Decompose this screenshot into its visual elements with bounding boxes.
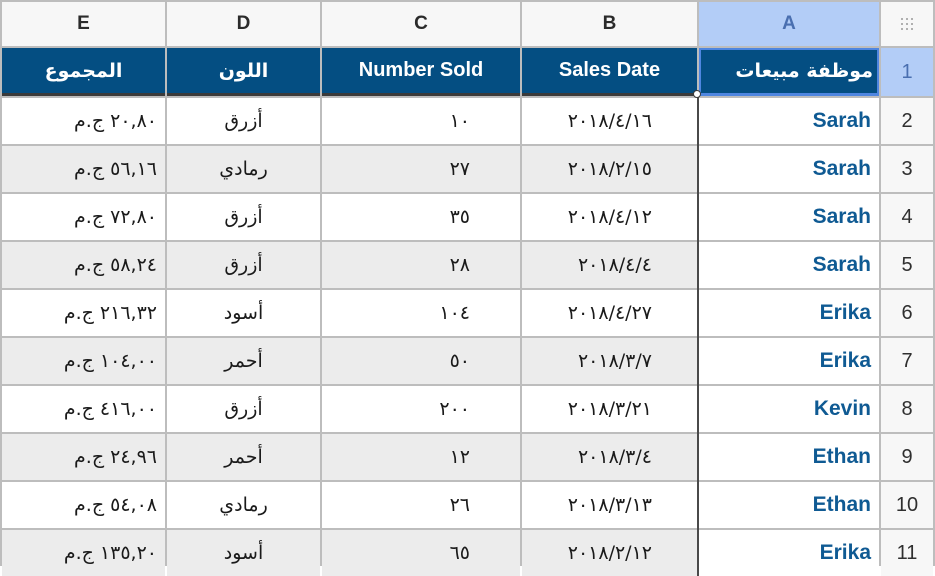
cell-color[interactable]: أحمر (167, 338, 320, 384)
header-cell-color[interactable]: اللون (167, 48, 320, 96)
cell-color[interactable]: رمادي (167, 482, 320, 528)
cell-color[interactable]: أزرق (167, 98, 320, 144)
row-header[interactable]: 6 (881, 290, 933, 336)
row-header[interactable]: 8 (881, 386, 933, 432)
cell-color[interactable]: أزرق (167, 194, 320, 240)
cell-salesperson[interactable]: Sarah (697, 146, 879, 192)
row-header[interactable]: 10 (881, 482, 933, 528)
cell-total[interactable]: ٥٤,٠٨ ج.م (2, 482, 165, 528)
cell-total[interactable]: ٢٤,٩٦ ج.م (2, 434, 165, 480)
header-cell-total[interactable]: المجموع (2, 48, 165, 96)
cell-salesperson[interactable]: Erika (697, 338, 879, 384)
cell-total[interactable]: ٥٨,٢٤ ج.م (2, 242, 165, 288)
cell-sales-date[interactable]: ٢٠١٨/٤/٤ (522, 242, 697, 288)
row-header[interactable]: 4 (881, 194, 933, 240)
cell-total[interactable]: ٢١٦,٣٢ ج.م (2, 290, 165, 336)
cell-number-sold[interactable]: ٥٠ (322, 338, 520, 384)
select-all-grid-icon (900, 17, 914, 31)
cell-number-sold[interactable]: ٢٧ (322, 146, 520, 192)
cell-sales-date[interactable]: ٢٠١٨/٤/١٦ (522, 98, 697, 144)
cell-number-sold[interactable]: ١٠٤ (322, 290, 520, 336)
column-header-d[interactable]: D (167, 2, 320, 46)
cell-number-sold[interactable]: ٢٦ (322, 482, 520, 528)
cell-total[interactable]: ١٠٤,٠٠ ج.م (2, 338, 165, 384)
cell-salesperson[interactable]: Sarah (697, 194, 879, 240)
cell-total[interactable]: ٤١٦,٠٠ ج.م (2, 386, 165, 432)
row-header[interactable]: 2 (881, 98, 933, 144)
cell-number-sold[interactable]: ١٠ (322, 98, 520, 144)
row-header[interactable]: 9 (881, 434, 933, 480)
cell-sales-date[interactable]: ٢٠١٨/٣/٢١ (522, 386, 697, 432)
cell-color[interactable]: أحمر (167, 434, 320, 480)
cell-color[interactable]: أزرق (167, 386, 320, 432)
select-all-button[interactable] (881, 2, 933, 46)
cell-sales-date[interactable]: ٢٠١٨/٣/١٣ (522, 482, 697, 528)
cell-salesperson[interactable]: Ethan (697, 434, 879, 480)
cell-salesperson[interactable]: Sarah (697, 242, 879, 288)
cell-salesperson[interactable]: Sarah (697, 98, 879, 144)
header-cell-sales-date[interactable]: Sales Date (522, 48, 697, 96)
cell-color[interactable]: أزرق (167, 242, 320, 288)
cell-sales-date[interactable]: ٢٠١٨/٤/٢٧ (522, 290, 697, 336)
header-cell-salesperson[interactable]: موظفة مبيعات (699, 48, 879, 96)
cell-number-sold[interactable]: ٣٥ (322, 194, 520, 240)
row-header-1[interactable]: 1 (881, 48, 933, 96)
header-cell-number-sold[interactable]: Number Sold (322, 48, 520, 96)
cell-total[interactable]: ١٣٥,٢٠ ج.م (2, 530, 165, 576)
row-header[interactable]: 3 (881, 146, 933, 192)
cell-total[interactable]: ٥٦,١٦ ج.م (2, 146, 165, 192)
column-header-a[interactable]: A (699, 2, 879, 46)
cell-sales-date[interactable]: ٢٠١٨/٢/١٥ (522, 146, 697, 192)
column-header-c[interactable]: C (322, 2, 520, 46)
cell-sales-date[interactable]: ٢٠١٨/٣/٧ (522, 338, 697, 384)
row-header[interactable]: 7 (881, 338, 933, 384)
cell-salesperson[interactable]: Ethan (697, 482, 879, 528)
cell-salesperson[interactable]: Kevin (697, 386, 879, 432)
cell-number-sold[interactable]: ٦٥ (322, 530, 520, 576)
column-header-e[interactable]: E (2, 2, 165, 46)
cell-salesperson[interactable]: Erika (697, 530, 879, 576)
cell-color[interactable]: رمادي (167, 146, 320, 192)
row-header[interactable]: 5 (881, 242, 933, 288)
row-header[interactable]: 11 (881, 530, 933, 576)
cell-color[interactable]: أسود (167, 530, 320, 576)
spreadsheet: E D C B A المجموع اللون Number Sold Sale… (0, 0, 935, 576)
spreadsheet-grid: E D C B A المجموع اللون Number Sold Sale… (2, 2, 933, 576)
cell-total[interactable]: ٧٢,٨٠ ج.م (2, 194, 165, 240)
cell-number-sold[interactable]: ١٢ (322, 434, 520, 480)
cell-total[interactable]: ٢٠,٨٠ ج.م (2, 98, 165, 144)
selection-resize-handle[interactable] (693, 90, 701, 98)
cell-color[interactable]: أسود (167, 290, 320, 336)
column-header-b[interactable]: B (522, 2, 697, 46)
column-a-border (697, 96, 699, 564)
cell-number-sold[interactable]: ٢٠٠ (322, 386, 520, 432)
cell-salesperson[interactable]: Erika (697, 290, 879, 336)
cell-sales-date[interactable]: ٢٠١٨/٢/١٢ (522, 530, 697, 576)
cell-sales-date[interactable]: ٢٠١٨/٤/١٢ (522, 194, 697, 240)
cell-sales-date[interactable]: ٢٠١٨/٣/٤ (522, 434, 697, 480)
cell-number-sold[interactable]: ٢٨ (322, 242, 520, 288)
